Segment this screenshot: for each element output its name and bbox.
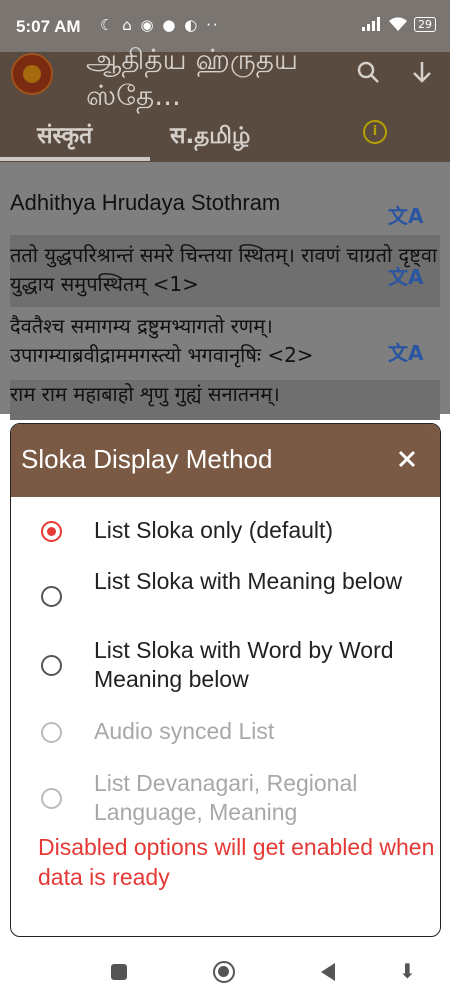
tab-indicator (0, 157, 150, 161)
list-item[interactable]: राम राम महाबाहो शृणु गुह्यं सनातनम्। (10, 380, 440, 420)
translate-icon[interactable]: 文A (388, 337, 423, 366)
list-item[interactable]: ततो युद्धपरिश्रान्तं समरे चिन्तया स्थितम… (10, 235, 440, 307)
sloka-display-dialog: Sloka Display Method List Sloka only (de… (10, 423, 441, 937)
radio-button[interactable] (41, 586, 62, 607)
back-icon[interactable] (321, 963, 335, 981)
navigation-bar: ⬇ (0, 945, 450, 1000)
option-sloka-meaning[interactable]: List Sloka with Meaning below (11, 567, 440, 627)
recents-icon[interactable] (111, 964, 127, 980)
option-label: Audio synced List (94, 718, 275, 744)
radio-button (41, 722, 62, 743)
option-devanagari-regional: List Devanagari, Regional Language, Mean… (11, 769, 440, 829)
disabled-notice: Disabled options will get enabled when d… (38, 834, 435, 890)
status-right-icons: 29 (362, 16, 436, 32)
list-item[interactable]: Adhithya Hrudaya Stothram (10, 188, 440, 217)
option-label: List Sloka with Meaning below (94, 568, 403, 594)
tab-tamil[interactable]: स.தமிழ் (170, 118, 250, 152)
sloka-list: Adhithya Hrudaya Stothram ततो युद्धपरिश्… (0, 162, 450, 420)
tab-sanskrit[interactable]: संस्कृतं (37, 118, 92, 150)
list-item[interactable]: दैवतैश्च समागम्य द्रष्टुमभ्यागतो रणम्। उ… (10, 312, 440, 374)
search-icon[interactable] (356, 60, 380, 84)
option-sloka-only[interactable]: List Sloka only (default) (11, 516, 440, 546)
download-arrow-icon[interactable] (410, 60, 434, 84)
radio-button[interactable] (41, 655, 62, 676)
translate-icon[interactable]: 文A (388, 261, 423, 290)
notification-icons: ☾ ⌂ ◉ ● ◐ ·· (100, 16, 220, 34)
option-label: List Sloka with Word by Word Meaning bel… (94, 637, 394, 692)
translate-icon[interactable]: 文A (388, 200, 423, 229)
home-icon[interactable] (213, 961, 235, 983)
option-audio-synced: Audio synced List (11, 717, 440, 747)
radio-button[interactable] (41, 521, 62, 542)
wifi-icon (389, 17, 407, 31)
close-icon[interactable] (394, 446, 420, 472)
info-icon[interactable]: i (363, 120, 387, 144)
radio-button (41, 788, 62, 809)
dialog-title: Sloka Display Method (21, 444, 273, 474)
dialog-header: Sloka Display Method (11, 424, 440, 497)
option-word-meaning[interactable]: List Sloka with Word by Word Meaning bel… (11, 636, 440, 696)
signal-icon (362, 17, 380, 31)
status-time: 5:07 AM (16, 17, 81, 36)
accessibility-icon[interactable]: ⬇ (399, 959, 416, 983)
option-label: List Devanagari, Regional Language, Mean… (94, 770, 358, 825)
app-logo (11, 53, 53, 95)
app-title: ஆதித்ய ஹ்ருதய ஸ்தே... (86, 43, 299, 112)
battery-icon: 29 (414, 16, 436, 32)
option-label: List Sloka only (default) (94, 517, 334, 543)
